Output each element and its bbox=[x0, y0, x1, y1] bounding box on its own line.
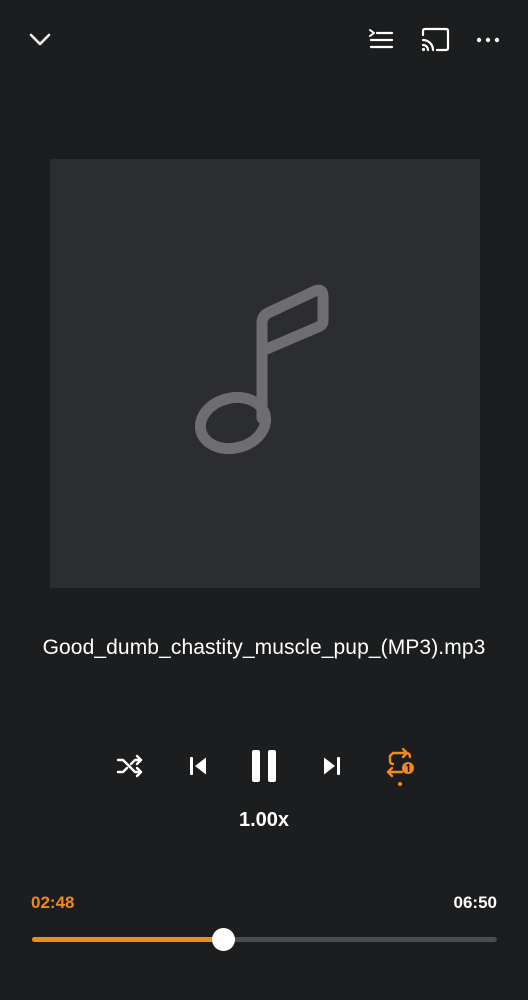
cast-icon bbox=[421, 27, 450, 52]
track-title: Good_dumb_chastity_muscle_pup_(MP3).mp3 bbox=[42, 636, 486, 659]
queue-list-icon bbox=[369, 29, 394, 49]
elapsed-time: 02:48 bbox=[31, 893, 75, 912]
album-artwork bbox=[50, 159, 480, 588]
shuffle-icon bbox=[116, 754, 143, 778]
audio-player-screen: Good_dumb_chastity_muscle_pup_(MP3).mp3 bbox=[0, 0, 528, 1000]
skip-next-icon bbox=[324, 757, 340, 775]
seek-thumb[interactable] bbox=[211, 928, 235, 951]
more-horizontal-icon bbox=[476, 37, 500, 43]
shuffle-button[interactable] bbox=[110, 744, 150, 788]
skip-previous-icon bbox=[190, 757, 206, 775]
queue-button[interactable] bbox=[363, 22, 399, 58]
next-button[interactable] bbox=[312, 744, 352, 788]
pause-icon bbox=[252, 750, 276, 782]
seek-bar[interactable] bbox=[32, 926, 497, 952]
total-time: 06:50 bbox=[453, 893, 497, 912]
seek-progress-fill bbox=[32, 937, 223, 942]
repeat-one-button[interactable] bbox=[380, 744, 420, 788]
cast-button[interactable] bbox=[416, 22, 454, 58]
music-note-icon bbox=[194, 284, 329, 454]
repeat-one-icon bbox=[386, 747, 414, 786]
collapse-button[interactable] bbox=[22, 22, 58, 58]
chevron-down-icon bbox=[29, 33, 51, 46]
playback-speed-button[interactable]: 1.00x bbox=[0, 809, 528, 832]
more-options-button[interactable] bbox=[470, 22, 506, 58]
previous-button[interactable] bbox=[178, 744, 218, 788]
pause-button[interactable] bbox=[241, 744, 287, 788]
